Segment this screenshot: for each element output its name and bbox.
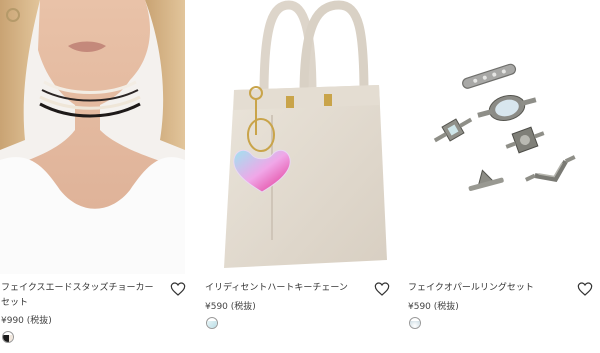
product-card: フェイクオパールリングセット ¥590 (税抜) [407,0,597,353]
product-image-handbag[interactable] [204,0,389,274]
product-price: ¥990 (税抜) [1,316,52,326]
product-image-rings[interactable] [407,0,592,274]
color-swatch[interactable] [409,317,421,329]
color-swatch[interactable] [2,331,14,343]
product-grid: フェイクスエードスタッズチョーカーセット ¥990 (税抜) イリディセントハー… [0,0,600,353]
heart-outline-icon[interactable] [577,281,593,297]
color-swatch[interactable] [206,317,218,329]
product-name[interactable]: フェイクスエードスタッズチョーカーセット [1,281,161,311]
heart-outline-icon[interactable] [374,281,390,297]
product-name[interactable]: イリディセントハートキーチェーン [205,281,365,296]
product-card: フェイクスエードスタッズチョーカーセット ¥990 (税抜) [0,0,190,353]
product-image-choker[interactable] [0,0,185,274]
product-price: ¥590 (税抜) [205,302,256,312]
heart-outline-icon[interactable] [170,281,186,297]
product-name[interactable]: フェイクオパールリングセット [408,281,568,296]
product-card: イリディセントハートキーチェーン ¥590 (税抜) [204,0,394,353]
product-price: ¥590 (税抜) [408,302,459,312]
